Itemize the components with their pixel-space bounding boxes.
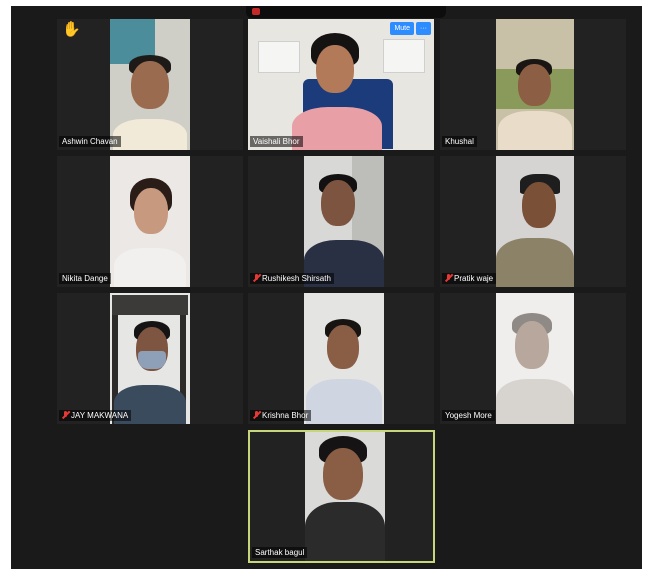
recording-icon (252, 8, 260, 15)
tile-actions: Mute ··· (390, 22, 431, 35)
video-tile-sarthak-bagul[interactable]: Sarthak bagul (248, 430, 435, 563)
participant-video (110, 156, 190, 287)
raised-hand-icon: ✋ (62, 21, 81, 38)
participant-video (496, 293, 574, 424)
meeting-window: ✋ Ashwin Chavan Mute ··· Vaishali Bhor K… (11, 6, 642, 569)
video-tile-jay-makwana[interactable]: JAY MAKWANA (57, 293, 243, 424)
video-tile-vaishali-bhor[interactable]: Mute ··· Vaishali Bhor (248, 19, 434, 150)
participant-name-tag: Nikita Dange (59, 273, 111, 284)
mic-muted-icon (253, 274, 260, 283)
participant-video (110, 293, 190, 424)
participant-name-tag: Khushal (442, 136, 477, 147)
mute-button[interactable]: Mute (390, 22, 414, 35)
participant-name-tag: Sarthak bagul (252, 547, 308, 558)
video-tile-rushikesh-shirsath[interactable]: Rushikesh Shirsath (248, 156, 434, 287)
participant-name-tag: Krishna Bhor (250, 410, 312, 421)
participant-video (304, 156, 384, 287)
video-tile-ashwin-chavan[interactable]: ✋ Ashwin Chavan (57, 19, 243, 150)
video-tile-khushal[interactable]: Khushal (440, 19, 626, 150)
video-tile-pratik-waje[interactable]: Pratik waje (440, 156, 626, 287)
video-tile-nikita-dange[interactable]: Nikita Dange (57, 156, 243, 287)
more-options-button[interactable]: ··· (416, 22, 431, 35)
video-tile-krishna-bhor[interactable]: Krishna Bhor (248, 293, 434, 424)
mic-muted-icon (62, 411, 69, 420)
participant-video (305, 432, 385, 561)
meeting-top-bar[interactable] (246, 6, 446, 18)
participant-video (496, 19, 574, 150)
participant-video (496, 156, 574, 287)
mic-muted-icon (253, 411, 260, 420)
participant-name-tag: Vaishali Bhor (250, 136, 303, 147)
participant-name-tag: Rushikesh Shirsath (250, 273, 334, 284)
participant-name-tag: Ashwin Chavan (59, 136, 121, 147)
video-tile-yogesh-more[interactable]: Yogesh More (440, 293, 626, 424)
participant-video (110, 19, 190, 150)
participant-name-tag: Yogesh More (442, 410, 495, 421)
participant-name-tag: Pratik waje (442, 273, 497, 284)
participant-video (304, 293, 384, 424)
mic-muted-icon (445, 274, 452, 283)
participant-video (248, 19, 434, 150)
participant-name-tag: JAY MAKWANA (59, 410, 132, 421)
